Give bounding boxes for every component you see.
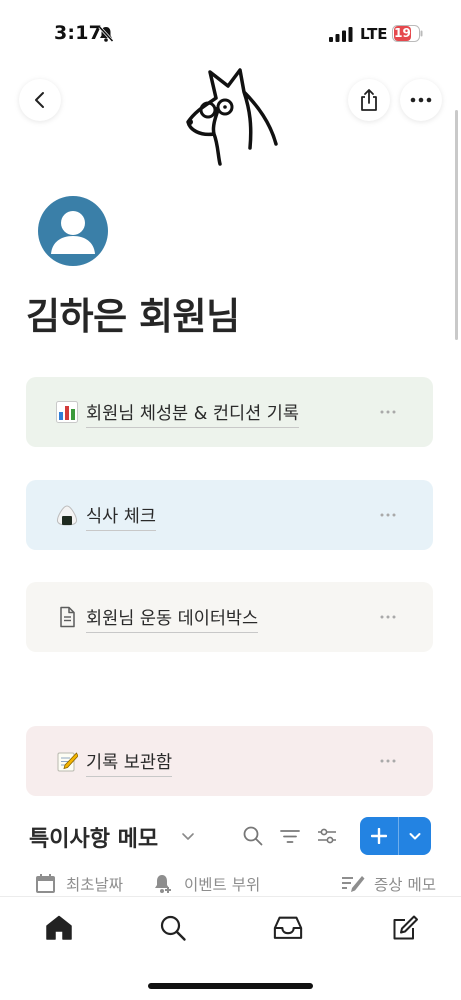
column-header-symptom-memo[interactable]: 증상 메모 [341, 872, 436, 896]
avatar-icon [38, 196, 108, 266]
share-button[interactable] [348, 79, 390, 121]
share-icon [361, 89, 377, 111]
text-edit-icon [342, 876, 365, 892]
battery-level: 19 [394, 26, 411, 41]
status-time: 3:17 [54, 22, 103, 44]
plus-icon[interactable] [360, 817, 398, 855]
card-label: 기록 보관함 [86, 749, 173, 777]
ellipsis-icon[interactable] [379, 614, 397, 620]
network-type: LTE [360, 25, 388, 43]
status-bar: 3:17 LTE 19 [0, 0, 461, 64]
card-body-composition[interactable]: 회원님 체성분 & 컨디션 기록 [26, 377, 433, 447]
column-header-event-area[interactable]: 이벤트 부위 [153, 872, 260, 896]
card-label: 회원님 체성분 & 컨디션 기록 [86, 400, 299, 428]
card-label: 회원님 운동 데이터박스 [86, 605, 259, 633]
filter-icon[interactable] [278, 824, 302, 848]
column-header-first-date[interactable]: 최초날짜 [35, 872, 123, 896]
search-icon [160, 915, 186, 941]
tab-search[interactable] [158, 913, 188, 943]
calendar-icon [36, 874, 55, 893]
chevron-down-icon[interactable] [399, 817, 431, 855]
memo-icon [57, 752, 78, 772]
scroll-indicator[interactable] [455, 110, 458, 340]
back-button[interactable] [19, 79, 61, 121]
dog-logo-icon [186, 68, 278, 166]
ellipsis-icon[interactable] [379, 512, 397, 518]
ellipsis-icon [410, 97, 432, 103]
ellipsis-icon[interactable] [379, 758, 397, 764]
section-title[interactable]: 특이사항 메모 [29, 821, 158, 853]
inbox-icon [273, 916, 303, 939]
edit-icon [393, 915, 418, 940]
chevron-left-icon [35, 92, 44, 108]
tab-new-page[interactable] [390, 913, 420, 943]
card-archive[interactable]: 기록 보관함 [26, 726, 433, 796]
column-label: 이벤트 부위 [184, 876, 261, 894]
rice-ball-icon [56, 505, 78, 526]
signal-icon [329, 27, 353, 42]
more-options-button[interactable] [400, 79, 442, 121]
page-title: 김하은 회원님 [26, 295, 240, 338]
card-label: 식사 체크 [86, 503, 156, 531]
sliders-icon[interactable] [315, 824, 339, 848]
column-label: 증상 메모 [374, 876, 436, 894]
card-meal-check[interactable]: 식사 체크 [26, 480, 433, 550]
bar-chart-icon [56, 401, 78, 423]
chevron-down-icon[interactable] [180, 828, 196, 844]
search-icon[interactable] [241, 824, 265, 848]
document-icon [60, 606, 75, 628]
new-entry-button[interactable] [360, 817, 431, 855]
home-icon [46, 915, 72, 940]
card-workout-databox[interactable]: 회원님 운동 데이터박스 [26, 582, 433, 652]
tab-inbox[interactable] [273, 913, 303, 943]
bell-off-icon [98, 25, 114, 43]
column-label: 최초날짜 [66, 876, 124, 894]
ellipsis-icon[interactable] [379, 409, 397, 415]
home-indicator[interactable] [148, 983, 313, 989]
bell-icon [155, 875, 171, 893]
tab-home[interactable] [44, 913, 74, 943]
